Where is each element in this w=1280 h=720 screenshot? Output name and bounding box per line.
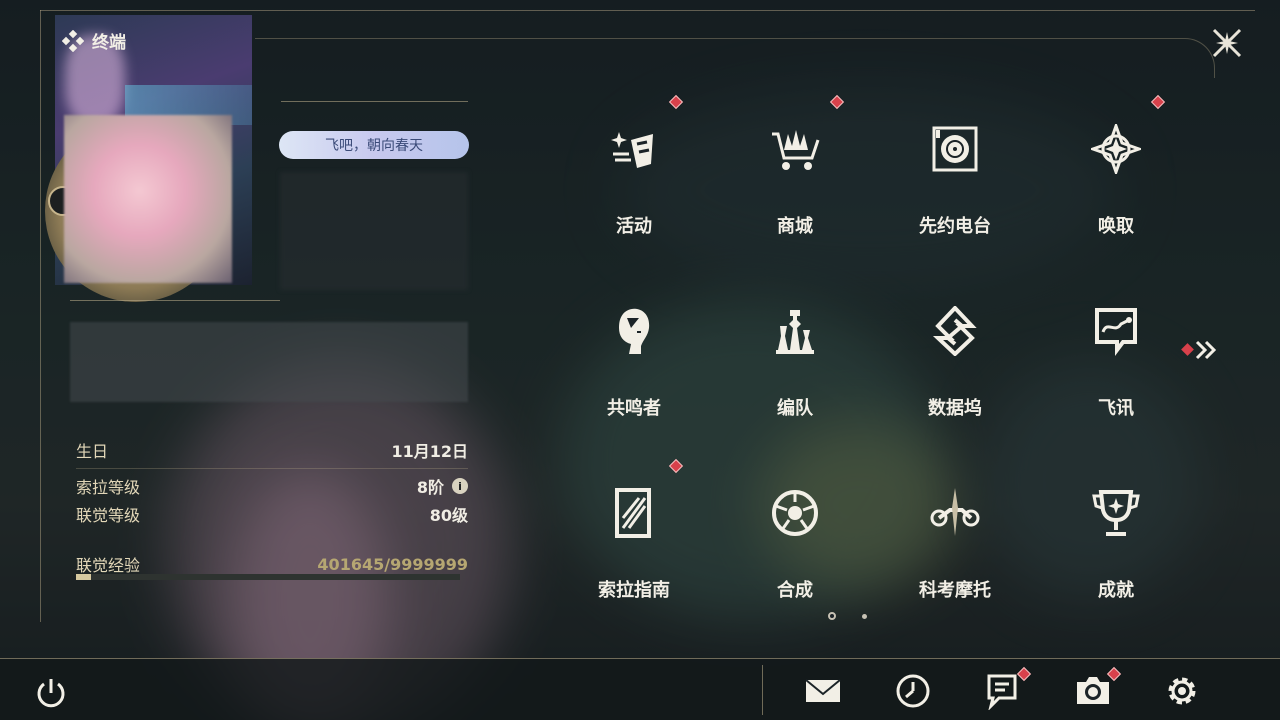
menu-label: 索拉指南 [598,580,670,601]
menu-label: 编队 [777,398,813,419]
mail-icon [805,679,841,702]
menu-item-guidebook[interactable]: 索拉指南 [564,476,704,626]
divider-line [70,300,280,301]
chess-team-icon [776,310,814,354]
menu-item-motorbike[interactable]: 科考摩托 [885,476,1025,626]
menu-item-synthesis[interactable]: 合成 [725,476,865,626]
stat-union-exp: 联觉经验 401645/9999999 [76,552,468,576]
motto-text: 飞吧，朝向春天 [325,138,423,154]
clock-icon [896,674,930,708]
avatar[interactable] [64,115,232,283]
data-bank-icon [932,306,977,356]
radio-speaker-icon [932,126,978,172]
page-title-text: 终端 [92,33,126,53]
menu-item-team[interactable]: 编队 [725,294,865,444]
menu-item-shop[interactable]: 商城 [725,112,865,262]
menu-label: 唤取 [1098,216,1134,237]
stat-label: 联觉经验 [76,556,141,575]
stat-label: 索拉等级 [76,478,141,497]
next-page-chevrons-icon[interactable] [1180,338,1222,362]
guidebook-icon [615,488,651,538]
clock-button[interactable] [894,672,932,710]
shopping-cart-icon [772,130,820,170]
stat-sola-level: 索拉等级 8阶 i [76,474,468,498]
player-name-blurred [280,172,468,290]
stat-value: 80级 [429,506,468,525]
frame-arc [255,38,1215,78]
menu-item-achievements[interactable]: 成就 [1046,476,1186,626]
motorbike-icon [930,488,980,536]
menu-label: 商城 [777,216,813,237]
menu-item-data-bank[interactable]: 数据坞 [885,294,1025,444]
power-icon[interactable] [34,676,68,710]
synthesis-orb-icon [772,490,818,536]
stat-label: 生日 [76,442,109,461]
stat-value: 11月12日 [391,442,468,461]
diamond-cluster-icon [62,29,84,52]
info-icon[interactable]: i [452,478,468,494]
divider-line [76,468,468,469]
trophy-icon [1092,490,1140,536]
page-dot-active[interactable] [828,612,836,620]
exp-progress-bar [76,574,460,580]
menu-label: 共鸣者 [607,398,661,419]
page-dot[interactable] [862,613,867,619]
exp-progress-fill [76,574,92,580]
menu-label: 成就 [1098,580,1134,601]
menu-item-resonators[interactable]: 共鸣者 [564,294,704,444]
menu-label: 活动 [616,216,652,237]
stat-value: 401645/9999999 [317,554,468,574]
stat-value: 8阶 [416,478,444,497]
camera-button[interactable] [1074,672,1112,710]
menu-label: 飞讯 [1098,398,1134,419]
settings-button[interactable] [1163,672,1201,710]
stat-label: 联觉等级 [76,506,141,525]
sparkle-flag-icon [611,132,653,168]
frame-line-top [40,10,1255,11]
chat-bubble-icon [1095,308,1137,356]
divider-line [281,101,468,102]
menu-label: 科考摩托 [919,580,991,601]
menu-label: 合成 [777,580,813,601]
menu-label: 先约电台 [919,216,991,237]
stat-value-group: 8阶 i [417,474,468,498]
signature-blurred[interactable] [70,322,468,402]
menu-item-messenger[interactable]: 飞讯 [1046,294,1186,444]
notice-board-icon [987,674,1017,711]
menu-item-activity[interactable]: 活动 [564,112,704,262]
camera-icon [1077,677,1109,704]
convene-star-icon [1091,124,1141,174]
motto-badge[interactable]: 飞吧，朝向春天 [279,131,469,159]
close-x-icon[interactable] [1208,24,1246,62]
bottom-bar-divider [762,665,763,715]
stat-birthday: 生日 11月12日 [76,438,468,462]
page-title: 终端 [62,28,126,53]
notice-button[interactable] [983,672,1021,711]
resonator-head-icon [619,308,650,354]
page-indicator [828,612,867,620]
menu-item-radio[interactable]: 先约电台 [885,112,1025,262]
mail-button[interactable] [804,672,842,710]
menu-label: 数据坞 [928,398,982,419]
gear-icon [1168,677,1196,705]
menu-item-convene[interactable]: 唤取 [1046,112,1186,262]
frame-line-left [40,10,41,622]
stat-union-level: 联觉等级 80级 [76,502,468,526]
